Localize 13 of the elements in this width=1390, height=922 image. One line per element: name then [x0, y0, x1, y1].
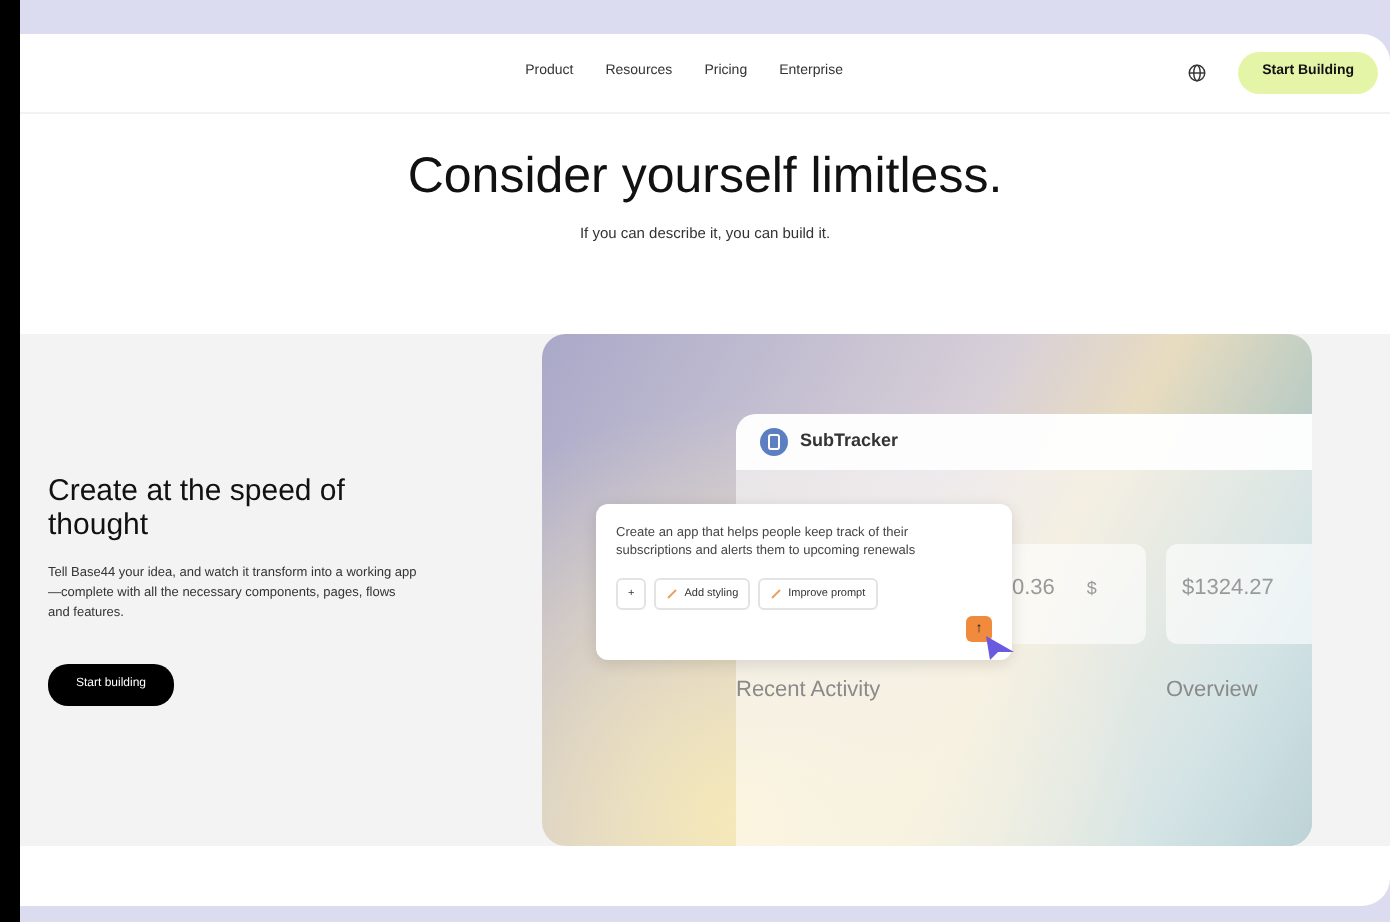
app-logo-icon — [760, 428, 788, 456]
wand-icon — [770, 587, 783, 600]
wand-icon — [666, 587, 679, 600]
feature-title: Create at the speed of thought — [48, 474, 347, 544]
cursor-icon — [984, 634, 1016, 662]
globe-icon[interactable] — [1188, 64, 1207, 82]
section-heading: Overview — [1166, 676, 1258, 706]
hero-title: Consider yourself limitless. — [405, 146, 1005, 206]
dollar-icon: $ — [1086, 578, 1097, 598]
stat-value: 0.36 — [1012, 576, 1055, 600]
app-name: SubTracker — [800, 428, 899, 455]
section-heading: Recent Activity — [736, 676, 881, 706]
stat-value: $1324.27 — [1182, 576, 1274, 600]
